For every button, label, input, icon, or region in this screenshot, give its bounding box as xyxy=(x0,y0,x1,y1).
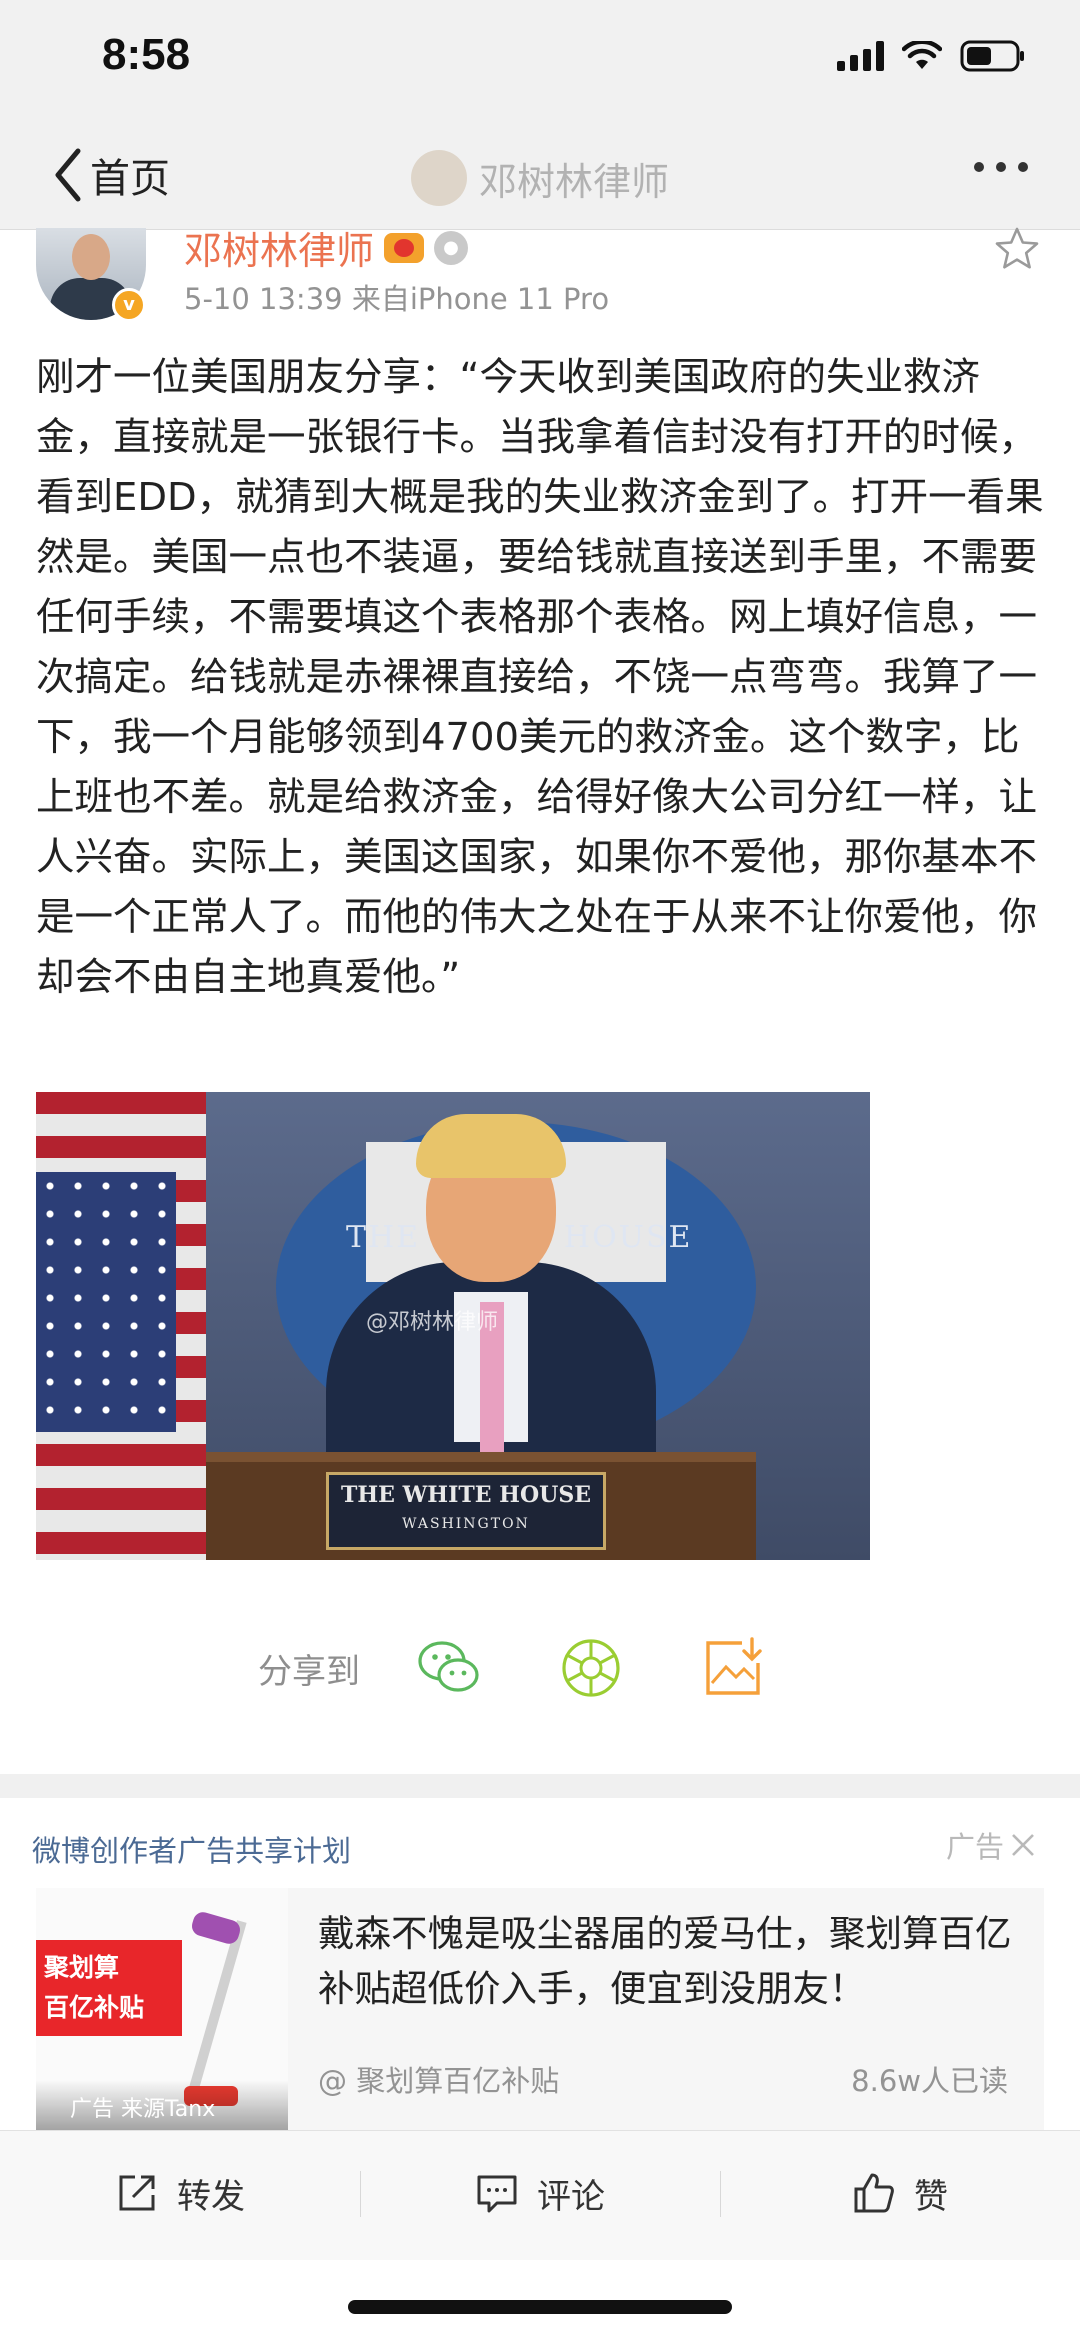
image-watermark: @邓树林律师 xyxy=(366,1310,499,1335)
repost-button[interactable]: 转发 xyxy=(0,2131,360,2255)
avatar-face xyxy=(72,234,110,280)
more-button[interactable] xyxy=(974,162,1028,172)
signal-icon xyxy=(837,41,884,71)
ad-thumbnail-vacuum xyxy=(187,1920,247,2096)
ad-card[interactable]: 聚划算 百亿补贴 广告 来源Tanx 戴森不愧是吸尘器届的爱马仕，聚划算百亿补贴… xyxy=(36,1888,1044,2130)
close-icon xyxy=(1012,1834,1034,1856)
wifi-icon xyxy=(902,41,942,69)
nav-title-avatar xyxy=(410,150,467,206)
ad-close-button[interactable]: 广告 xyxy=(946,1824,1036,1866)
verified-badge-icon: v xyxy=(112,288,146,322)
comment-label: 评论 xyxy=(537,2176,605,2217)
member-badge-icon xyxy=(384,232,425,263)
ad-thumbnail-vacuum-head xyxy=(189,1909,243,1947)
more-dot-icon xyxy=(996,162,1006,172)
author-row: 邓树林律师 ● xyxy=(184,220,469,275)
post-meta: 5-10 13:39 来自iPhone 11 Pro xyxy=(184,282,610,316)
comment-button[interactable]: 评论 xyxy=(360,2131,720,2255)
comment-icon xyxy=(477,2175,517,2213)
share-label: 分享到 xyxy=(258,1651,360,1692)
ad-title: 戴森不愧是吸尘器届的爱马仕，聚划算百亿补贴超低价入手，便宜到没朋友！ xyxy=(318,1912,1012,2010)
repost-icon xyxy=(119,2175,155,2211)
author-name[interactable]: 邓树林律师 xyxy=(184,220,374,275)
ad-thumbnail-line1: 聚划算 xyxy=(44,1953,120,1982)
status-icons xyxy=(837,40,1026,72)
ad-thumbnail-line2: 百亿补贴 xyxy=(44,1993,145,2022)
wechat-icon[interactable] xyxy=(416,1635,482,1701)
post-image[interactable]: THE WHITE HOUSE @邓树林律师 THE WHITE HOUSE W… xyxy=(36,1092,870,1560)
more-dot-icon xyxy=(1018,162,1028,172)
nav-bar: 首页 邓树林律师 xyxy=(0,120,1080,230)
ad-account: @ 聚划算百亿补贴 xyxy=(318,2064,560,2098)
bottom-toolbar: 转发 评论 赞 xyxy=(0,2130,1080,2260)
image-podium-subtitle: WASHINGTON xyxy=(402,1516,530,1532)
like-label: 赞 xyxy=(914,2176,948,2217)
home-indicator xyxy=(348,2300,732,2314)
status-time: 8:58 xyxy=(102,30,191,79)
post-text: 刚才一位美国朋友分享：“今天收到美国政府的失业救济金，直接就是一张银行卡。当我拿… xyxy=(36,355,1044,1000)
moments-icon[interactable] xyxy=(558,1635,624,1701)
battery-icon xyxy=(960,40,1024,72)
favorite-star-icon[interactable] xyxy=(994,226,1040,272)
section-divider xyxy=(0,1774,1080,1798)
ad-tag-label: 广告 xyxy=(945,1830,1004,1864)
share-row: 分享到 xyxy=(258,1635,842,1701)
save-image-icon[interactable] xyxy=(700,1635,766,1701)
image-flag-canton xyxy=(36,1172,176,1432)
repost-label: 转发 xyxy=(177,2176,245,2217)
more-dot-icon xyxy=(974,162,984,172)
ad-program-link[interactable]: 微博创作者广告共享计划 xyxy=(32,1828,351,1870)
nav-title-text: 邓树林律师 xyxy=(478,159,669,204)
ad-thumbnail: 聚划算 百亿补贴 广告 来源Tanx xyxy=(36,1888,288,2130)
image-person-hair xyxy=(416,1114,566,1178)
ad-thumbnail-badge: 聚划算 百亿补贴 xyxy=(36,1940,182,2036)
image-podium-title: THE WHITE HOUSE xyxy=(341,1482,591,1508)
ad-read-count: 8.6w人已读 xyxy=(851,2064,1008,2098)
thumbs-up-icon xyxy=(854,2173,894,2213)
nav-title: 邓树林律师 xyxy=(0,150,1080,206)
like-button[interactable]: 赞 xyxy=(720,2131,1080,2255)
status-bar: 8:58 xyxy=(0,0,1080,120)
ad-thumbnail-source: 广告 来源Tanx xyxy=(36,2080,288,2130)
level-badge-icon: ● xyxy=(434,230,469,265)
